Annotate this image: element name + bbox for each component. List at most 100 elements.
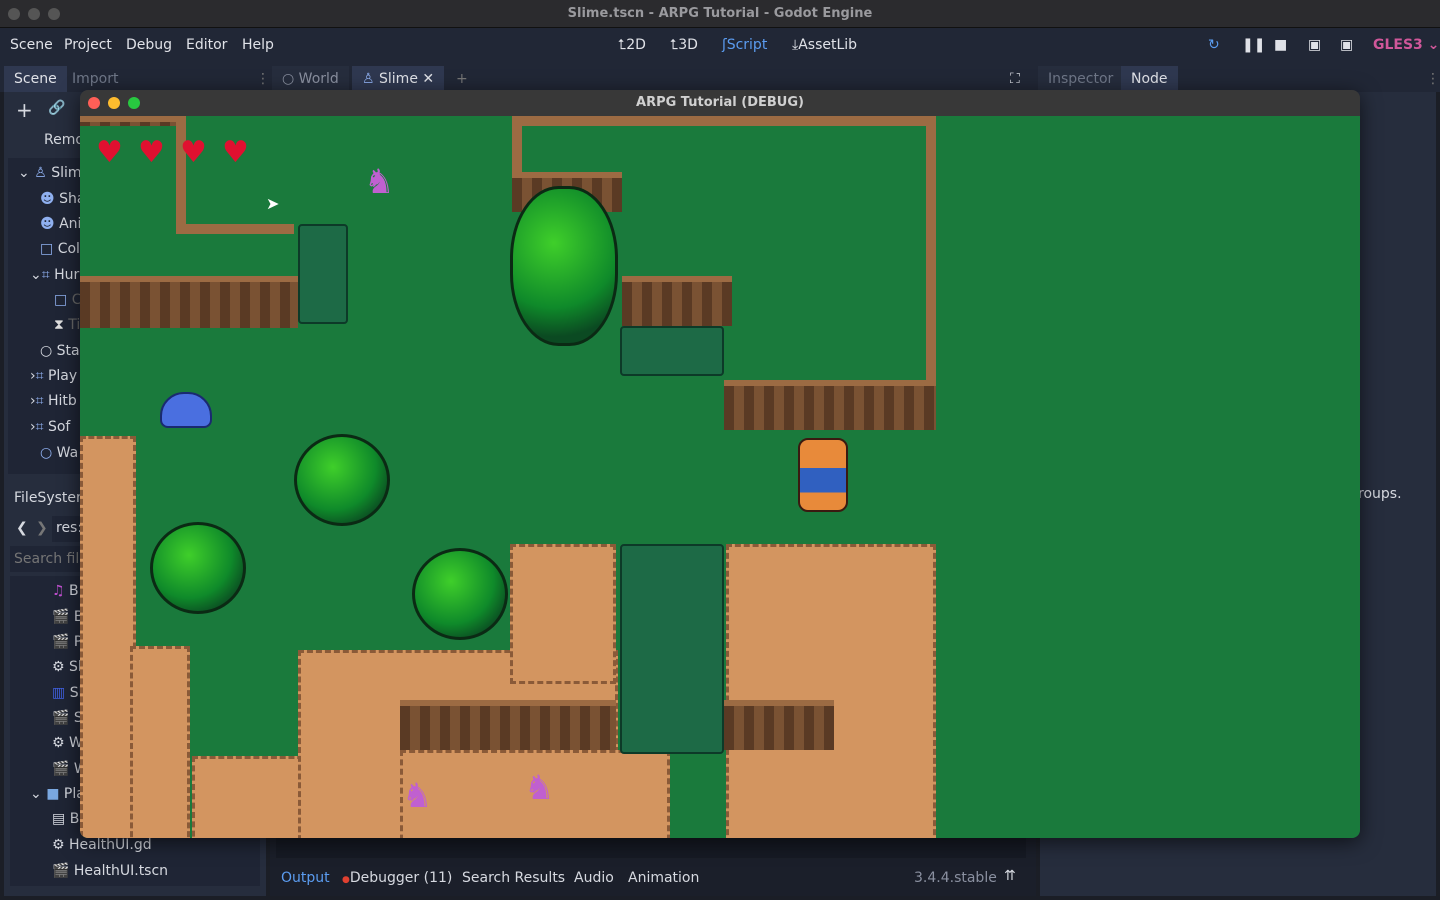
heart-icon: ♥ [96,135,123,170]
bottom-tab-audio[interactable]: Audio [574,870,614,886]
renderer-select[interactable]: GLES3 ⌄ [1373,37,1439,53]
node-icon: ○ [282,71,299,87]
fern-patch [298,224,348,324]
remote-tab[interactable]: Remo [44,132,84,148]
cliff-edge [176,116,186,234]
file-item[interactable]: 🎬 HealthUI.tscn [52,860,168,882]
menu-editor[interactable]: Editor [186,37,227,53]
cliff [80,116,184,126]
bottom-tab-animation[interactable]: Animation [628,870,699,886]
back-icon[interactable]: ❮ [16,520,28,536]
cliff [724,700,834,750]
game-zoom-button[interactable] [128,97,140,109]
sand-path [726,544,936,838]
reload-icon[interactable]: ↻ [1208,37,1220,53]
tab-node[interactable]: Node [1121,66,1178,92]
slime-icon: ♙ [362,71,380,87]
tree-item[interactable]: ›⌗ Play [30,365,77,387]
mouse-cursor-icon: ➤ [266,194,280,213]
file-item[interactable]: 🎬 B [52,606,84,628]
zoom-window-button[interactable] [48,8,60,20]
tree-item[interactable]: □ C [54,289,81,311]
stop-icon[interactable]: ■ [1274,37,1287,53]
tab-row: Scene Import ⋮ ○ World ♙ Slime ✕ + ⛶ Ins… [0,62,1440,92]
game-minimize-button[interactable] [108,97,120,109]
tree-item[interactable]: □ Col [40,238,80,260]
file-item[interactable]: ⚙ W [52,732,83,754]
tab-slime[interactable]: ♙ Slime ✕ [352,66,445,92]
tree-item[interactable]: ○ Stat [40,340,85,362]
close-window-button[interactable] [8,8,20,20]
bottom-tab-output[interactable]: Output [281,870,330,886]
close-tab-icon[interactable]: ✕ [422,71,434,87]
cliff [622,276,732,326]
heart-icon: ♥ [222,135,249,170]
menu-scene[interactable]: Scene [10,37,53,53]
tab-import[interactable]: Import [62,66,128,92]
mode-3d-button[interactable]: ⮤3D [670,37,698,53]
pause-icon[interactable]: ❚❚ [1242,37,1265,53]
add-node-icon[interactable]: + [16,98,33,122]
right-dock-menu-icon[interactable]: ⋮ [1416,66,1440,92]
distraction-free-icon[interactable]: ⛶ [1000,66,1030,92]
menu-help[interactable]: Help [242,37,274,53]
bat-enemy: ♞ [402,776,433,816]
mode-2d-button[interactable]: ⮤2D [618,37,646,53]
menu-debug[interactable]: Debug [126,37,172,53]
game-title: ARPG Tutorial (DEBUG) [636,95,804,110]
file-item[interactable]: 🎬 P [52,631,82,653]
tab-scene[interactable]: Scene [4,66,67,92]
file-item[interactable]: ⚙ Sl [52,656,82,678]
cliff [400,700,616,750]
bush [150,522,246,614]
heart-icon: ♥ [138,135,165,170]
game-window[interactable]: ARPG Tutorial (DEBUG) ♥ ♥ ♥ ♥ ♞ ♞ ♞ ➤ [80,90,1360,838]
cliff-edge [512,116,936,126]
bush [412,548,508,640]
play-custom-scene-icon[interactable]: ▣ [1340,37,1353,53]
version-label: 3.4.4.stable [914,870,997,886]
tree-item[interactable]: ○ Wa [40,442,78,464]
add-tab-icon[interactable]: + [446,66,478,92]
file-item[interactable]: ♫ B [52,580,79,602]
expand-panel-icon[interactable]: ⇈ [1004,868,1016,884]
bottom-tab-debugger[interactable]: ●Debugger (11) [342,870,452,886]
fern-patch [620,544,724,754]
tab-inspector[interactable]: Inspector [1038,66,1124,92]
window-titlebar: Slime.tscn - ARPG Tutorial - Godot Engin… [0,0,1440,28]
mode-assetlib-button[interactable]: ⤓AssetLib [792,37,857,53]
sand-path [130,646,190,838]
bottom-tab-search-results[interactable]: Search Results [462,870,565,886]
tree-item[interactable]: ☻ Sha [40,188,85,210]
file-item[interactable]: ▤ B [52,808,79,830]
tab-world[interactable]: ○ World [272,66,349,92]
bat-enemy: ♞ [524,768,555,808]
node-panel-hint: roups. [1358,486,1402,502]
sand-path [510,544,616,684]
heart-icon: ♥ [180,135,207,170]
mode-script-button[interactable]: ʃScript [722,37,767,53]
play-scene-icon[interactable]: ▣ [1308,37,1321,53]
tree-item[interactable]: ›⌗ Sof [30,416,70,438]
minimize-window-button[interactable] [28,8,40,20]
menu-project[interactable]: Project [64,37,112,53]
file-item[interactable]: ▥ Sl [52,682,82,704]
forward-icon[interactable]: ❯ [36,520,48,536]
tree-item[interactable]: ⌄⌗ Hur [30,264,79,286]
bush [294,434,390,526]
tree-item[interactable]: ☻ Ani [40,213,81,235]
window-title: Slime.tscn - ARPG Tutorial - Godot Engin… [567,6,873,21]
game-close-button[interactable] [88,97,100,109]
tree-item[interactable]: ⧗ Ti [54,314,80,336]
cliff [80,276,298,328]
link-icon[interactable]: 🔗 [48,100,65,116]
game-viewport[interactable]: ♥ ♥ ♥ ♥ ♞ ♞ ♞ ➤ [80,116,1360,838]
slime-enemy [160,392,212,428]
tree [510,186,618,346]
bat-enemy: ♞ [364,162,395,202]
filesystem-title: FileSystem [14,490,90,506]
cliff [724,380,936,430]
tree-item[interactable]: ›⌗ Hitb [30,390,77,412]
player-fox [798,438,848,512]
fern-patch [620,326,724,376]
